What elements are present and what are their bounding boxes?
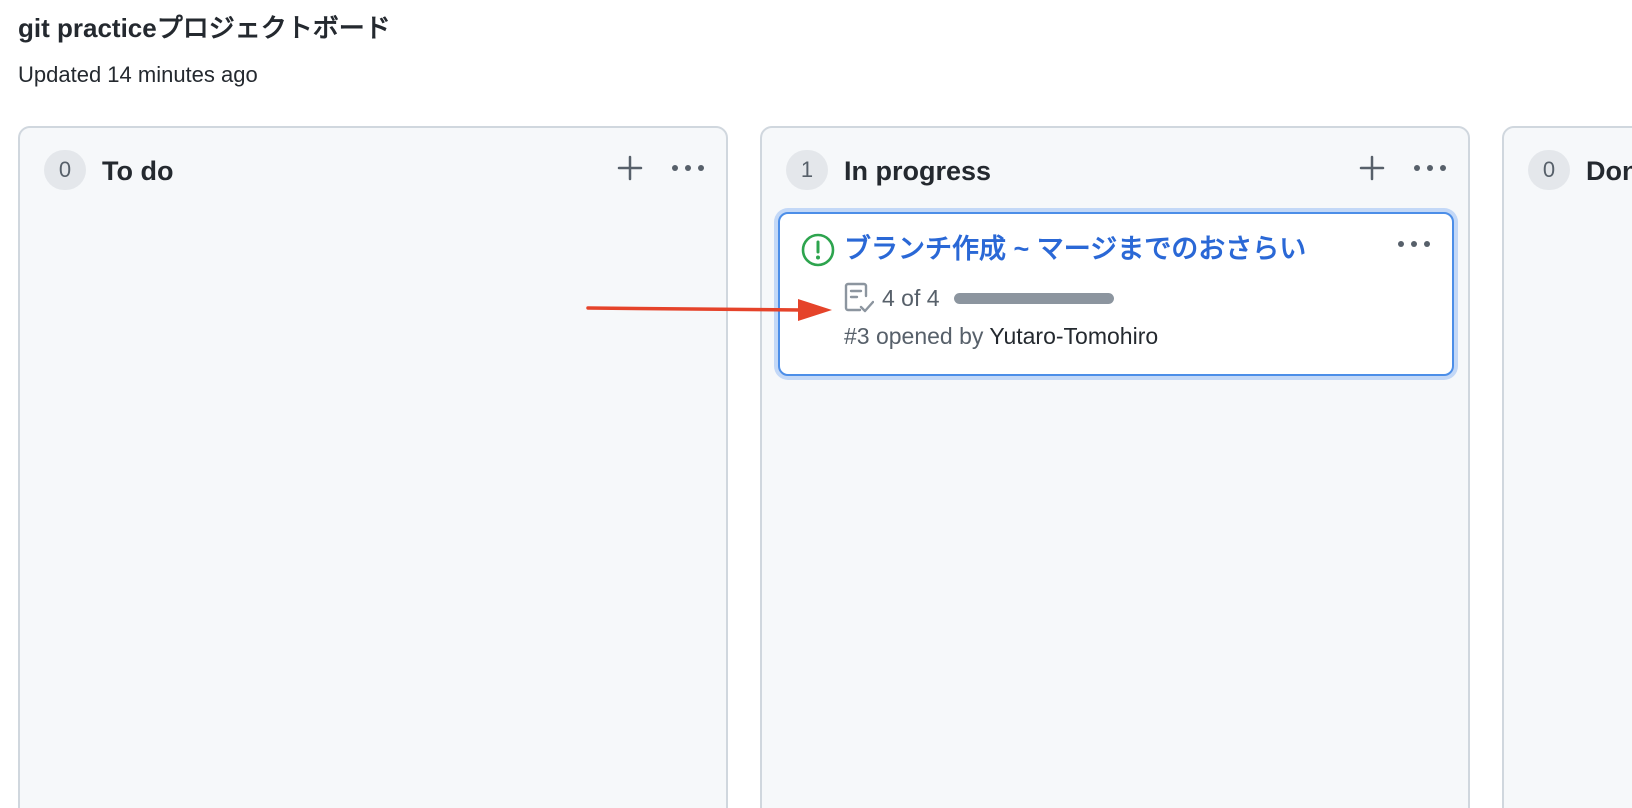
task-progress: 4 of 4 <box>844 280 1114 316</box>
column-title: Done <box>1586 156 1632 186</box>
kebab-horizontal-icon <box>1414 165 1446 171</box>
column-count-badge: 0 <box>1528 150 1570 190</box>
task-progress-bar <box>953 292 1114 304</box>
project-board: git practiceプロジェクトボード Updated 14 minutes… <box>0 0 1632 808</box>
card-menu-button[interactable] <box>1392 224 1436 264</box>
plus-icon <box>617 155 643 181</box>
column-title: To do <box>102 156 174 186</box>
column-menu-button[interactable] <box>668 148 708 188</box>
issue-number-opened: #3 opened by <box>844 323 990 349</box>
column-in-progress: 1 In progress ブランチ作成 ~ マージまでのおさらい 4 of 4… <box>760 126 1470 808</box>
column-title: In progress <box>844 156 992 186</box>
board-updated-time: Updated 14 minutes ago <box>18 62 258 87</box>
add-card-button[interactable] <box>610 148 650 188</box>
column-count-badge: 0 <box>44 150 86 190</box>
plus-icon <box>1359 155 1385 181</box>
column-count-badge: 1 <box>786 150 828 190</box>
column-header: 0 To do <box>20 148 726 196</box>
column-menu-button[interactable] <box>1410 148 1450 188</box>
column-todo: 0 To do <box>18 126 728 808</box>
issue-card[interactable]: ブランチ作成 ~ マージまでのおさらい 4 of 4 #3 opened by … <box>778 212 1454 376</box>
column-header: 0 Done <box>1504 148 1632 196</box>
task-progress-fill <box>953 292 1114 304</box>
kebab-horizontal-icon <box>1398 241 1430 247</box>
column-done: 0 Done <box>1502 126 1632 808</box>
checklist-icon <box>844 282 874 313</box>
column-header: 1 In progress <box>762 148 1468 196</box>
issue-meta: #3 opened by Yutaro-Tomohiro <box>844 320 1158 352</box>
add-card-button[interactable] <box>1352 148 1392 188</box>
issue-title-link[interactable]: ブランチ作成 ~ マージまでのおさらい <box>844 230 1306 268</box>
issue-opened-icon <box>801 233 835 267</box>
kebab-horizontal-icon <box>672 165 704 171</box>
issue-author-link[interactable]: Yutaro-Tomohiro <box>989 323 1158 349</box>
task-count: 4 of 4 <box>882 284 940 311</box>
board-title: git practiceプロジェクトボード <box>18 13 391 43</box>
